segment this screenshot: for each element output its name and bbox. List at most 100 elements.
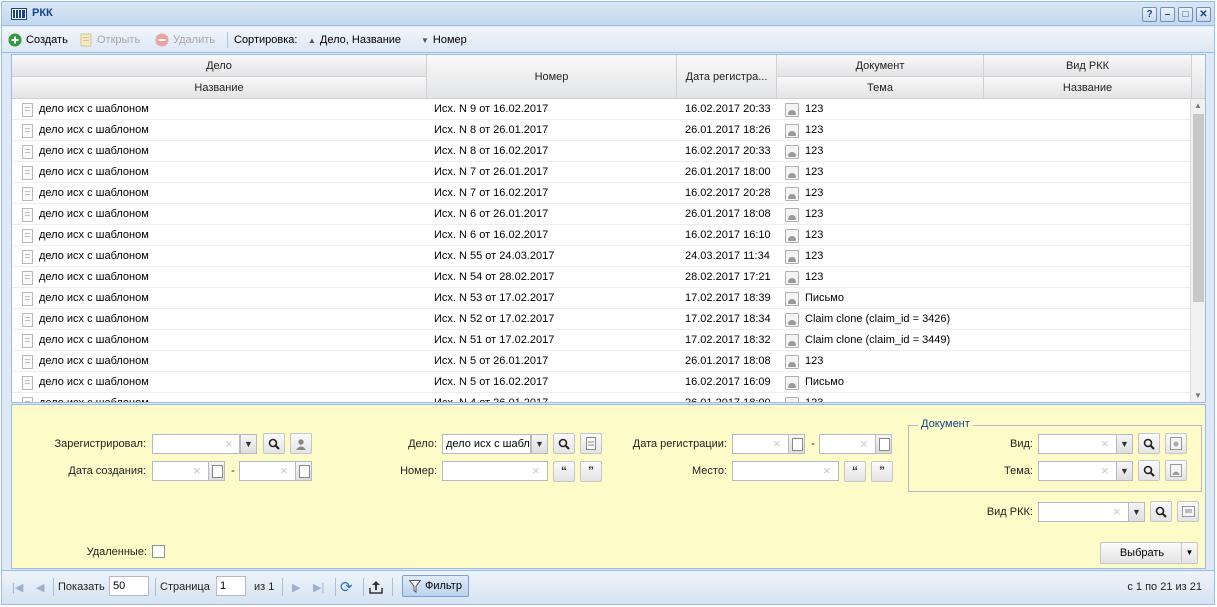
cell-data: 16.02.2017 20:33 [685, 145, 771, 157]
table-row[interactable]: дело исх с шаблоном Исх. N 4 от 26.01.201… [12, 393, 1191, 402]
vertical-scrollbar[interactable]: ▲ ▼ [1190, 99, 1205, 402]
calendar-icon[interactable] [875, 434, 892, 454]
first-page-icon[interactable]: |◀ [12, 581, 23, 594]
column-header-nomer-label: Номер [534, 70, 569, 83]
export-icon[interactable] [368, 579, 384, 595]
sort-number-button[interactable]: ▼ Номер [421, 32, 467, 48]
table-row[interactable]: дело исх с шаблоном Исх. N 54 от 28.02.20… [12, 267, 1191, 288]
last-page-icon[interactable]: ▶| [313, 581, 324, 594]
chevron-down-icon[interactable]: ▼ [1116, 434, 1133, 454]
theme-icon[interactable] [1165, 460, 1187, 481]
vid-combo[interactable]: × [1038, 434, 1117, 454]
document-icon [22, 250, 33, 264]
chevron-down-icon[interactable]: ▼ [1128, 502, 1145, 522]
column-group-dokument: Документ [777, 55, 984, 77]
document-icon[interactable] [580, 433, 602, 454]
search-icon[interactable] [1138, 460, 1160, 481]
quote-open-icon[interactable]: “ [553, 461, 575, 482]
page-number-input[interactable]: 1 [216, 576, 246, 596]
clear-icon[interactable]: × [1101, 435, 1109, 453]
table-row[interactable]: дело исх с шаблоном Исх. N 51 от 17.02.20… [12, 330, 1191, 351]
tema-combo[interactable]: × [1038, 461, 1117, 481]
regdate-to-input[interactable]: × [819, 434, 876, 454]
column-header-nomer[interactable]: Номер [427, 55, 677, 99]
clear-icon[interactable]: × [773, 435, 781, 453]
cell-nomer: Исх. N 8 от 26.01.2017 [434, 124, 549, 136]
clear-icon[interactable]: × [1101, 462, 1109, 480]
delete-button[interactable]: Удалить [155, 32, 215, 48]
created-to-input[interactable]: × [239, 461, 296, 481]
delete-icon [155, 33, 169, 47]
quote-open-icon[interactable]: “ [844, 461, 866, 482]
table-row[interactable]: дело исх с шаблоном Исх. N 5 от 26.01.201… [12, 351, 1191, 372]
scroll-down-icon[interactable]: ▼ [1194, 391, 1202, 400]
table-row[interactable]: дело исх с шаблоном Исх. N 6 от 16.02.201… [12, 225, 1191, 246]
next-page-icon[interactable]: ▶ [292, 581, 300, 594]
scroll-up-icon[interactable]: ▲ [1194, 101, 1202, 110]
chevron-down-icon[interactable]: ▼ [240, 434, 257, 454]
calendar-icon[interactable] [208, 461, 225, 481]
page-size-input[interactable]: 50 [109, 576, 149, 596]
search-icon[interactable] [553, 433, 575, 454]
table-row[interactable]: дело исх с шаблоном Исх. N 8 от 26.01.201… [12, 120, 1191, 141]
cell-nazvanie: дело исх с шаблоном [39, 313, 149, 325]
chevron-down-icon[interactable]: ▼ [1181, 543, 1197, 563]
table-row[interactable]: дело исх с шаблоном Исх. N 9 от 16.02.201… [12, 99, 1191, 120]
document-legend: Документ [918, 418, 973, 430]
calendar-icon[interactable] [295, 461, 312, 481]
scrollbar-thumb[interactable] [1193, 114, 1204, 302]
clear-icon[interactable]: × [823, 462, 831, 480]
rkk-type-icon[interactable] [1177, 501, 1199, 522]
table-row[interactable]: дело исх с шаблоном Исх. N 52 от 17.02.20… [12, 309, 1191, 330]
clear-icon[interactable]: × [860, 435, 868, 453]
chevron-down-icon[interactable]: ▼ [531, 434, 548, 454]
table-row[interactable]: дело исх с шаблоном Исх. N 7 от 16.02.201… [12, 183, 1191, 204]
refresh-icon[interactable]: ⟳ [340, 578, 353, 596]
created-from-input[interactable]: × [152, 461, 209, 481]
registered-input[interactable]: × [152, 434, 240, 454]
column-header-tema[interactable]: Тема [777, 77, 984, 99]
nomer-input[interactable]: × [442, 461, 548, 481]
calendar-icon[interactable] [788, 434, 805, 454]
table-row[interactable]: дело исх с шаблоном Исх. N 55 от 24.03.20… [12, 246, 1191, 267]
create-button[interactable]: Создать [8, 32, 68, 48]
table-row[interactable]: дело исх с шаблоном Исх. N 53 от 17.02.20… [12, 288, 1191, 309]
mesto-input[interactable]: × [732, 461, 839, 481]
user-icon[interactable] [290, 433, 312, 454]
sort-delo-button[interactable]: ▲ Дело, Название [308, 32, 401, 48]
vid-rkk-combo[interactable]: × [1038, 502, 1129, 522]
table-row[interactable]: дело исх с шаблоном Исх. N 6 от 26.01.201… [12, 204, 1191, 225]
filter-toggle-button[interactable]: Фильтр [402, 575, 469, 597]
open-button[interactable]: Открыть [79, 32, 140, 48]
table-row[interactable]: дело исх с шаблоном Исх. N 8 от 16.02.201… [12, 141, 1191, 162]
pager-separator [53, 578, 54, 596]
document-type-icon[interactable] [1165, 433, 1187, 454]
column-header-nazvanie[interactable]: Название [12, 77, 427, 99]
column-header-data[interactable]: Дата регистра... [677, 55, 777, 99]
chevron-down-icon[interactable]: ▼ [1116, 461, 1133, 481]
document-icon [22, 187, 33, 201]
prev-page-icon[interactable]: ◀ [36, 581, 44, 594]
deleted-checkbox[interactable] [152, 545, 165, 558]
clear-icon[interactable]: × [1113, 503, 1121, 521]
regdate-from-input[interactable]: × [732, 434, 789, 454]
table-row[interactable]: дело исх с шаблоном Исх. N 7 от 26.01.201… [12, 162, 1191, 183]
clear-icon[interactable]: × [280, 462, 288, 480]
clear-icon[interactable]: × [193, 462, 201, 480]
help-icon[interactable]: ? [1142, 7, 1157, 22]
search-icon[interactable] [1150, 501, 1172, 522]
select-button[interactable]: Выбрать ▼ [1100, 542, 1198, 564]
minimize-icon[interactable]: – [1160, 7, 1175, 22]
table-row[interactable]: дело исх с шаблоном Исх. N 5 от 16.02.201… [12, 372, 1191, 393]
search-icon[interactable] [1138, 433, 1160, 454]
column-header-vid-nazvanie[interactable]: Название [984, 77, 1192, 99]
quote-close-icon[interactable]: ” [580, 461, 602, 482]
close-icon[interactable]: ✕ [1196, 7, 1211, 22]
search-icon[interactable] [263, 433, 285, 454]
maximize-icon[interactable]: □ [1178, 7, 1193, 22]
quote-close-icon[interactable]: ” [871, 461, 893, 482]
paging-toolbar: |◀ ◀ Показать 50 Страница 1 из 1 ▶ ▶| ⟳ … [2, 570, 1214, 604]
clear-icon[interactable]: × [532, 462, 540, 480]
clear-icon[interactable]: × [225, 435, 233, 453]
delo-combo[interactable]: дело исх с шабл [442, 434, 531, 454]
